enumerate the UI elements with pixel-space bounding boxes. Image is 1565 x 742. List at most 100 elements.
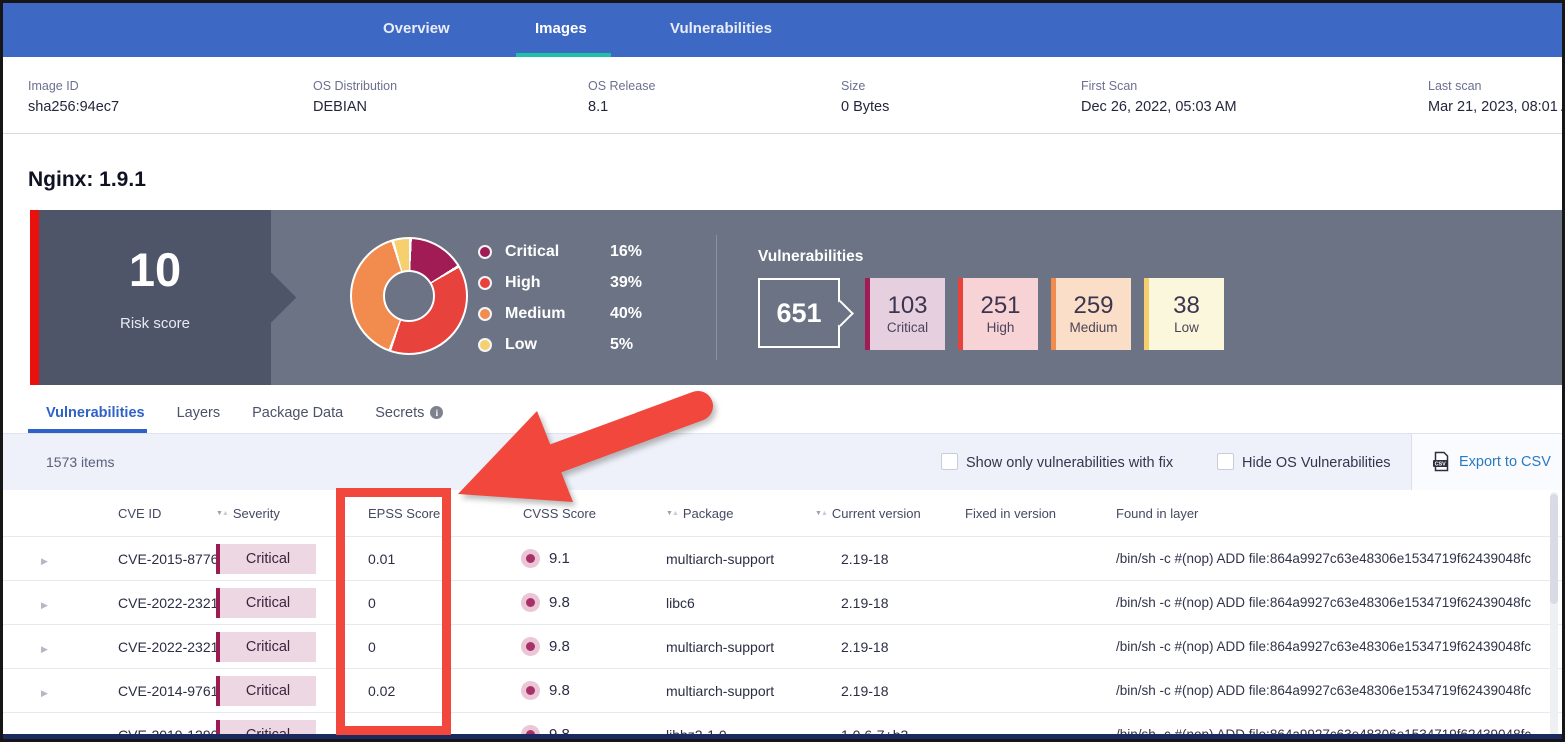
severity-card-label: Medium — [1069, 320, 1117, 335]
package-cell: multiarch-support — [666, 639, 815, 655]
cvss-score-icon — [521, 593, 540, 612]
meta-field-os-release: OS Release 8.1 — [588, 79, 655, 115]
severity-card-medium: 259 Medium — [1051, 278, 1131, 350]
found-in-layer-cell: /bin/sh -c #(nop) ADD file:864a9927c63e4… — [1116, 639, 1562, 654]
tab-vulnerabilities[interactable]: Vulnerabilities — [28, 392, 145, 433]
checkbox-hide-os-vulns-label[interactable]: Hide OS Vulnerabilities — [1242, 455, 1391, 471]
legend-row-high: High 39% — [478, 267, 642, 298]
cvss-score-cell: 9.8 — [549, 682, 570, 699]
cvss-score-icon — [521, 549, 540, 568]
meta-label: OS Distribution — [313, 79, 397, 93]
table-toolbar: 1573 items Show only vulnerabilities wit… — [3, 434, 1562, 490]
current-version-cell: 2.19-18 — [815, 683, 965, 699]
svg-text:CSV: CSV — [1435, 461, 1446, 467]
legend-percent: 16% — [610, 243, 642, 261]
meta-label: Last scan — [1428, 79, 1565, 93]
column-header-cve-id: CVE ID — [76, 506, 216, 521]
column-label: Severity — [233, 506, 280, 521]
risk-level-bar — [30, 210, 39, 385]
column-header-epss-score: EPSS Score — [368, 506, 508, 521]
column-header-fixed-in-version: Fixed in version — [965, 506, 1116, 521]
found-in-layer-cell: /bin/sh -c #(nop) ADD file:864a9927c63e4… — [1116, 551, 1562, 566]
bottom-frame-edge — [3, 734, 1562, 739]
column-label: Fixed in version — [965, 506, 1056, 521]
severity-badge: Critical — [216, 588, 316, 618]
severity-legend: Critical 16% High 39% Medium 40% Low 5% — [478, 236, 642, 360]
top-navigation-bar: Overview Images Vulnerabilities — [3, 3, 1562, 57]
export-to-csv-button[interactable]: CSV Export to CSV — [1431, 451, 1551, 472]
severity-badge: Critical — [216, 544, 316, 574]
meta-label: OS Release — [588, 79, 655, 93]
table-row[interactable]: ▶ CVE-2015-8776 Critical 0.01 9.1 multia… — [3, 536, 1562, 580]
legend-row-critical: Critical 16% — [478, 236, 642, 267]
severity-badge: Critical — [216, 632, 316, 662]
meta-label: First Scan — [1081, 79, 1237, 93]
meta-field-size: Size 0 Bytes — [841, 79, 889, 115]
table-header: CVE ID ▼▲ Severity EPSS Score CVSS Score… — [3, 490, 1562, 536]
tab-package-data[interactable]: Package Data — [252, 392, 343, 433]
vulnerabilities-summary-title: Vulnerabilities — [758, 248, 863, 266]
export-to-csv-label: Export to CSV — [1459, 454, 1551, 470]
checkbox-show-only-fix-label[interactable]: Show only vulnerabilities with fix — [966, 455, 1173, 471]
current-version-cell: 2.19-18 — [815, 551, 965, 567]
checkbox-show-only-fix[interactable] — [941, 453, 958, 470]
nav-tab-images[interactable]: Images — [535, 20, 587, 37]
column-header-cvss-score: CVSS Score — [508, 506, 666, 521]
table-row[interactable]: ▶ CVE-2022-23219 Critical 0 9.8 libc6 2.… — [3, 580, 1562, 624]
donut-hole — [383, 270, 435, 322]
legend-percent: 5% — [610, 336, 633, 354]
medium-bullet-icon — [478, 307, 492, 321]
severity-card-critical: 103 Critical — [865, 278, 945, 350]
image-metadata-strip: Image ID sha256:94ec7 OS Distribution DE… — [3, 57, 1562, 134]
package-cell: multiarch-support — [666, 551, 815, 567]
risk-summary-panel: 10 Risk score Critical 16% High 39% Medi… — [30, 210, 1563, 385]
sort-icon[interactable]: ▼▲ — [216, 510, 228, 517]
epss-score-cell: 0.01 — [368, 551, 508, 567]
risk-score-value: 10 — [39, 242, 271, 297]
meta-value: sha256:94ec7 — [28, 99, 119, 115]
expand-row-icon[interactable]: ▶ — [41, 688, 48, 698]
meta-value: 0 Bytes — [841, 99, 889, 115]
high-bullet-icon — [478, 276, 492, 290]
column-header-current-version[interactable]: ▼▲ Current version — [815, 506, 965, 521]
nav-tab-overview[interactable]: Overview — [383, 20, 450, 37]
column-label: CVSS Score — [523, 506, 596, 521]
meta-field-image-id: Image ID sha256:94ec7 — [28, 79, 119, 115]
tab-layers[interactable]: Layers — [177, 392, 221, 433]
meta-value: DEBIAN — [313, 99, 397, 115]
legend-label: Medium — [505, 305, 610, 323]
package-cell: libc6 — [666, 595, 815, 611]
page-title: Nginx: 1.9.1 — [28, 168, 146, 192]
panel-divider — [716, 235, 717, 360]
checkbox-hide-os-vulns[interactable] — [1217, 453, 1234, 470]
expand-row-icon[interactable]: ▶ — [41, 600, 48, 610]
cvss-score-icon — [521, 681, 540, 700]
meta-field-last-scan: Last scan Mar 21, 2023, 08:01 AM — [1428, 79, 1565, 115]
table-row[interactable]: ▶ CVE-2022-23219 Critical 0 9.8 multiarc… — [3, 624, 1562, 668]
scrollbar-thumb[interactable] — [1550, 494, 1558, 604]
expand-row-icon[interactable]: ▶ — [41, 556, 48, 566]
cvss-score-cell: 9.8 — [549, 594, 570, 611]
meta-label: Image ID — [28, 79, 119, 93]
tab-secrets[interactable]: Secrets i — [375, 392, 443, 433]
table-scrollbar[interactable] — [1550, 492, 1558, 737]
column-header-found-in-layer: Found in layer — [1116, 506, 1562, 521]
column-header-severity[interactable]: ▼▲ Severity — [216, 506, 368, 521]
found-in-layer-cell: /bin/sh -c #(nop) ADD file:864a9927c63e4… — [1116, 683, 1562, 698]
column-label: Current version — [832, 506, 921, 521]
detail-tabs: Vulnerabilities Layers Package Data Secr… — [3, 392, 1562, 434]
epss-score-cell: 0 — [368, 595, 508, 611]
expand-row-icon[interactable]: ▶ — [41, 644, 48, 654]
column-label: EPSS Score — [368, 506, 440, 521]
cve-id-cell: CVE-2014-9761 — [76, 683, 216, 699]
severity-donut-chart — [350, 237, 468, 355]
tab-secrets-label: Secrets — [375, 405, 424, 421]
info-icon: i — [430, 406, 443, 419]
table-row[interactable]: ▶ CVE-2014-9761 Critical 0.02 9.8 multia… — [3, 668, 1562, 712]
legend-row-low: Low 5% — [478, 329, 642, 360]
column-header-package[interactable]: ▼▲ Package — [666, 506, 815, 521]
nav-tab-vulnerabilities[interactable]: Vulnerabilities — [670, 20, 772, 37]
table-body: ▶ CVE-2015-8776 Critical 0.01 9.1 multia… — [3, 536, 1562, 742]
sort-icon[interactable]: ▼▲ — [815, 510, 827, 517]
sort-icon[interactable]: ▼▲ — [666, 510, 678, 517]
